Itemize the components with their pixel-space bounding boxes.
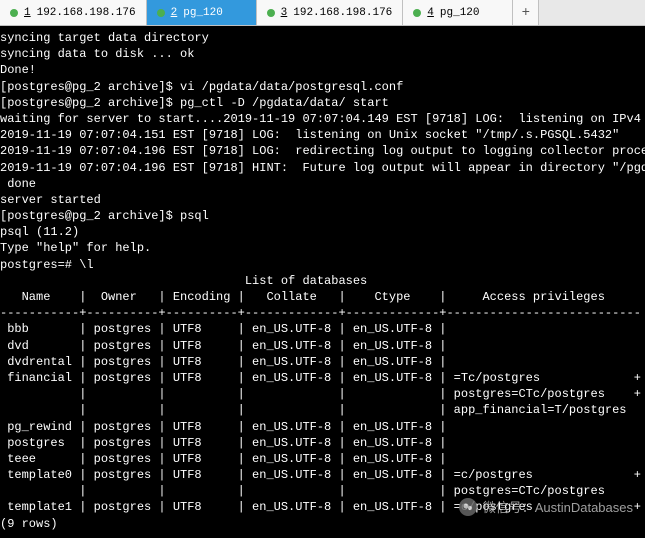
status-dot-icon (10, 9, 18, 17)
tab-2[interactable]: 2 pg_120 (147, 0, 257, 25)
terminal-line: postgres=# \l (0, 257, 645, 273)
terminal-line: Done! (0, 62, 645, 78)
terminal-line: syncing target data directory (0, 30, 645, 46)
tab-4[interactable]: 4 pg_120 (403, 0, 513, 25)
tab-label: 192.168.198.176 (37, 7, 136, 19)
terminal-output[interactable]: syncing target data directorysyncing dat… (0, 26, 645, 538)
tab-3[interactable]: 3 192.168.198.176 (257, 0, 404, 25)
tab-bar: 1 192.168.198.176 2 pg_120 3 192.168.198… (0, 0, 645, 26)
terminal-line: (9 rows) (0, 516, 645, 532)
terminal-line: server started (0, 192, 645, 208)
status-dot-icon (413, 9, 421, 17)
terminal-line: dvd | postgres | UTF8 | en_US.UTF-8 | en… (0, 338, 645, 354)
terminal-line: teee | postgres | UTF8 | en_US.UTF-8 | e… (0, 451, 645, 467)
terminal-line: List of databases (0, 273, 645, 289)
terminal-line: done (0, 176, 645, 192)
status-dot-icon (267, 9, 275, 17)
terminal-line: Name | Owner | Encoding | Collate | Ctyp… (0, 289, 645, 305)
terminal-line: syncing data to disk ... ok (0, 46, 645, 62)
terminal-line: dvdrental | postgres | UTF8 | en_US.UTF-… (0, 354, 645, 370)
terminal-line: | | | | | postgres=CTc/postgres + (0, 386, 645, 402)
terminal-line: Type "help" for help. (0, 240, 645, 256)
tab-number: 4 (427, 7, 434, 19)
terminal-line: bbb | postgres | UTF8 | en_US.UTF-8 | en… (0, 321, 645, 337)
terminal-line: financial | postgres | UTF8 | en_US.UTF-… (0, 370, 645, 386)
tab-number: 1 (24, 7, 31, 19)
terminal-line: pg_rewind | postgres | UTF8 | en_US.UTF-… (0, 419, 645, 435)
terminal-line: template0 | postgres | UTF8 | en_US.UTF-… (0, 467, 645, 483)
tab-1[interactable]: 1 192.168.198.176 (0, 0, 147, 25)
terminal-line: 2019-11-19 07:07:04.196 EST [9718] LOG: … (0, 143, 645, 159)
add-tab-button[interactable]: + (513, 0, 539, 25)
terminal-line: [postgres@pg_2 archive]$ pg_ctl -D /pgda… (0, 95, 645, 111)
status-dot-icon (157, 9, 165, 17)
tab-number: 2 (171, 7, 178, 19)
terminal-line: postgres | postgres | UTF8 | en_US.UTF-8… (0, 435, 645, 451)
terminal-line: [postgres@pg_2 archive]$ psql (0, 208, 645, 224)
tab-label: pg_120 (440, 7, 480, 19)
watermark-label: 微信号：AustinDatabases (483, 497, 633, 516)
terminal-line: 2019-11-19 07:07:04.196 EST [9718] HINT:… (0, 160, 645, 176)
tab-label: pg_120 (183, 7, 223, 19)
terminal-line: psql (11.2) (0, 224, 645, 240)
plus-icon: + (522, 5, 530, 21)
tab-label: 192.168.198.176 (293, 7, 392, 19)
watermark: 微信号：AustinDatabases (459, 497, 633, 516)
terminal-line: 2019-11-19 07:07:04.151 EST [9718] LOG: … (0, 127, 645, 143)
terminal-line: | | | | | app_financial=T/postgres (0, 402, 645, 418)
wechat-icon (459, 498, 477, 516)
terminal-line: waiting for server to start....2019-11-1… (0, 111, 645, 127)
terminal-line: -----------+----------+----------+------… (0, 305, 645, 321)
tab-number: 3 (281, 7, 288, 19)
terminal-line: [postgres@pg_2 archive]$ vi /pgdata/data… (0, 79, 645, 95)
